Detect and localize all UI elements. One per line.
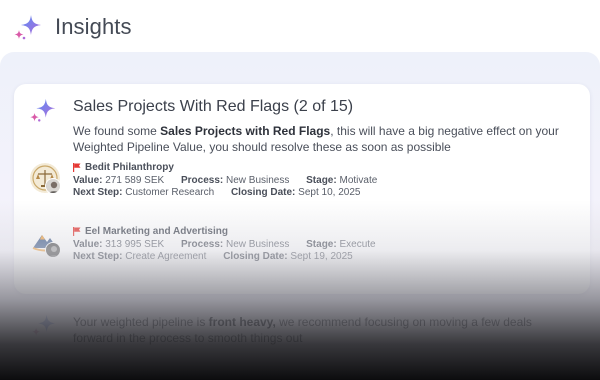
- stage-label: Stage:: [306, 239, 337, 250]
- sparkle-icon: [30, 98, 56, 122]
- value-label: Value:: [73, 239, 103, 250]
- owner-avatar: [45, 242, 61, 258]
- process-label: Process:: [180, 175, 224, 186]
- sparkle-icon: [14, 15, 41, 40]
- pipeline-insight-card[interactable]: Your weighted pipeline is front heavy, w…: [14, 300, 590, 360]
- red-flag-icon: [73, 227, 81, 236]
- deal-item[interactable]: Eel Marketing and Advertising Value: 313…: [30, 226, 580, 276]
- red-flags-card: Sales Projects With Red Flags (2 of 15) …: [14, 84, 590, 294]
- card-description: We found some Sales Projects with Red Fl…: [73, 123, 573, 155]
- process-label: Process:: [180, 239, 224, 250]
- next-step-label: Next Step:: [73, 187, 123, 198]
- owner-avatar: [45, 178, 61, 194]
- page-header: Insights: [0, 0, 600, 52]
- process-text: New Business: [226, 175, 290, 186]
- deal-name-label: Eel Marketing and Advertising: [85, 226, 228, 237]
- closing-date-label: Closing Date:: [230, 187, 296, 198]
- bottom-pre: Your weighted pipeline is: [73, 315, 209, 329]
- sparkle-icon: [32, 314, 56, 336]
- deal-next-row: Next Step: Customer Research Closing Dat…: [73, 187, 360, 198]
- value-text: 271 589 SEK: [105, 175, 165, 186]
- next-step-text: Customer Research: [125, 187, 215, 198]
- value-label: Value:: [73, 175, 103, 186]
- deal-details-row: Value: 271 589 SEK Process: New Business…: [73, 175, 377, 186]
- bottom-bold: front heavy,: [208, 315, 276, 329]
- deal-name[interactable]: Bedit Philanthropy: [73, 162, 174, 173]
- page-title: Insights: [55, 14, 132, 39]
- process-text: New Business: [226, 239, 290, 250]
- next-step-label: Next Step:: [73, 251, 123, 262]
- closing-date-text: Sept 19, 2025: [290, 251, 353, 262]
- desc-pre: We found some: [73, 124, 161, 138]
- desc-bold: Sales Projects with Red Flags: [160, 124, 331, 138]
- deal-name[interactable]: Eel Marketing and Advertising: [73, 226, 228, 237]
- stage-label: Stage:: [306, 175, 337, 186]
- red-flag-icon: [73, 163, 81, 172]
- pipeline-insight-text: Your weighted pipeline is front heavy, w…: [73, 314, 553, 346]
- stage-text: Motivate: [339, 175, 378, 186]
- next-step-text: Create Agreement: [125, 251, 207, 262]
- deal-name-label: Bedit Philanthropy: [85, 162, 174, 173]
- deal-item[interactable]: Bedit Philanthropy Value: 271 589 SEK Pr…: [30, 162, 580, 212]
- closing-date-text: Sept 10, 2025: [298, 187, 361, 198]
- deal-next-row: Next Step: Create Agreement Closing Date…: [73, 251, 353, 262]
- value-text: 313 995 SEK: [105, 239, 165, 250]
- card-title: Sales Projects With Red Flags (2 of 15): [73, 98, 354, 115]
- closing-date-label: Closing Date:: [223, 251, 288, 262]
- deal-details-row: Value: 313 995 SEK Process: New Business…: [73, 239, 376, 250]
- stage-text: Execute: [339, 239, 376, 250]
